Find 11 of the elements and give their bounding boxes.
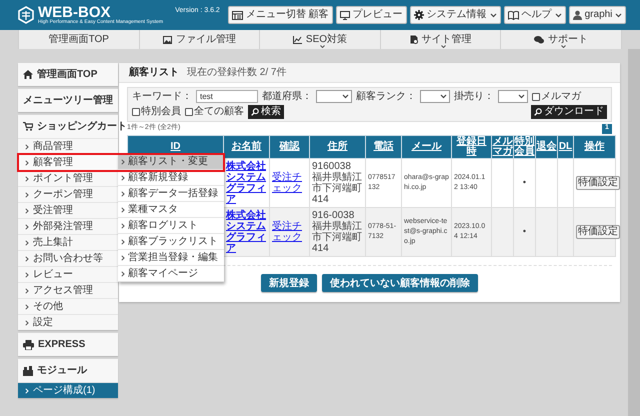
panel-title: 顧客リスト (129, 65, 179, 80)
logo-title: WEB-BOX (38, 5, 110, 20)
dot-mark: • (522, 177, 526, 187)
dot-mark: • (522, 226, 526, 236)
table-cell: 916-0038 福井県鯖江市下河端町414 (312, 210, 363, 254)
filter-label: 都道府県： (262, 90, 312, 102)
filter-label: キーワード： (132, 90, 192, 102)
record-count: 現在の登録件数 2/ 7件 (187, 66, 286, 80)
table-cell: 9160038 福井県鯖江市下河端町414 (312, 161, 363, 205)
filter-label: 顧客ランク： (356, 90, 416, 102)
filter-label: 掛売り： (454, 90, 494, 102)
